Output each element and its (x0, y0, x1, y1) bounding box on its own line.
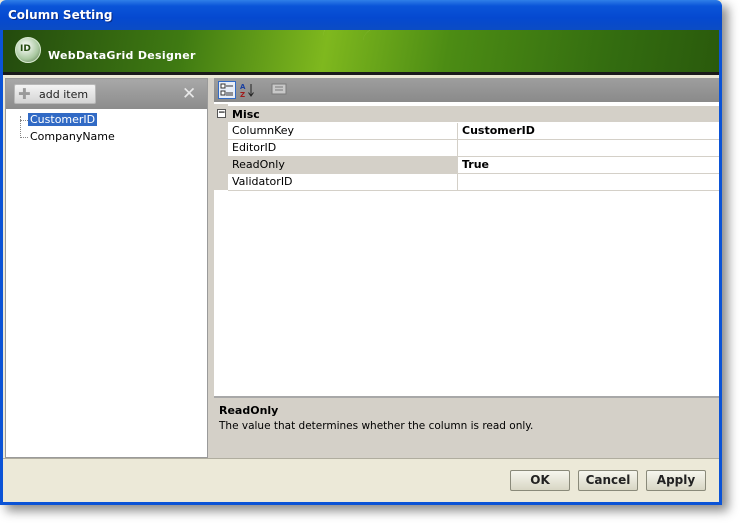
banner-swoosh-2 (363, 30, 719, 74)
description-title: ReadOnly (219, 404, 279, 417)
tree-branch (20, 120, 28, 121)
column-list-toolbar: ✚ add item ✕ (6, 79, 207, 109)
column-list-pane: ✚ add item ✕ CustomerID CompanyName (5, 78, 208, 458)
footer-divider (3, 458, 719, 459)
sort-alphabetical-icon[interactable]: A Z (238, 81, 256, 99)
collapse-icon[interactable]: − (217, 109, 226, 118)
tree-branch (20, 137, 28, 138)
plus-icon: ✚ (18, 85, 31, 103)
property-row-readonly[interactable]: ReadOnly True (228, 157, 719, 174)
property-name: ValidatorID (228, 174, 458, 190)
categorized-view-icon[interactable] (218, 81, 236, 99)
window-title: Column Setting (8, 8, 113, 22)
cancel-button[interactable]: Cancel (578, 470, 638, 491)
category-label: Misc (232, 108, 260, 121)
property-name: ReadOnly (228, 157, 458, 173)
banner-divider (3, 72, 719, 75)
tree-item-companyname[interactable]: CompanyName (28, 129, 117, 145)
svg-text:Z: Z (240, 91, 245, 98)
designer-logo-icon: ID (15, 37, 41, 63)
property-pages-icon[interactable] (270, 81, 288, 99)
property-value[interactable] (459, 174, 722, 190)
property-row-columnkey[interactable]: ColumnKey CustomerID (228, 123, 719, 140)
property-name: EditorID (228, 140, 458, 156)
apply-button[interactable]: Apply (646, 470, 706, 491)
property-value[interactable]: True (459, 157, 722, 173)
property-row-validatorid[interactable]: ValidatorID (228, 174, 719, 191)
tree-item-customerid[interactable]: CustomerID (28, 112, 98, 128)
add-item-button[interactable]: ✚ add item (14, 84, 96, 104)
dialog-window: Column Setting ID WebDataGrid Designer ✚… (0, 0, 722, 505)
property-grid-toolbar: A Z (214, 78, 719, 102)
property-description: ReadOnly The value that determines wheth… (214, 396, 719, 458)
title-bar[interactable]: Column Setting (0, 0, 722, 30)
designer-banner: ID WebDataGrid Designer (3, 30, 719, 74)
description-text: The value that determines whether the co… (219, 420, 534, 432)
remove-item-icon[interactable]: ✕ (182, 84, 196, 104)
ok-button[interactable]: OK (510, 470, 570, 491)
tree-item-label: CustomerID (28, 113, 98, 126)
banner-title: WebDataGrid Designer (48, 49, 196, 62)
property-grid-pane: A Z − Misc ColumnKey CustomerID EditorID… (214, 78, 719, 458)
svg-text:A: A (240, 83, 246, 91)
property-name: ColumnKey (228, 123, 458, 139)
tree-item-label: CompanyName (30, 130, 115, 143)
category-misc[interactable]: − Misc (214, 106, 719, 122)
property-row-editorid[interactable]: EditorID (228, 140, 719, 157)
add-item-label: add item (39, 88, 89, 101)
property-value[interactable]: CustomerID (459, 123, 722, 139)
property-value[interactable] (459, 140, 722, 156)
